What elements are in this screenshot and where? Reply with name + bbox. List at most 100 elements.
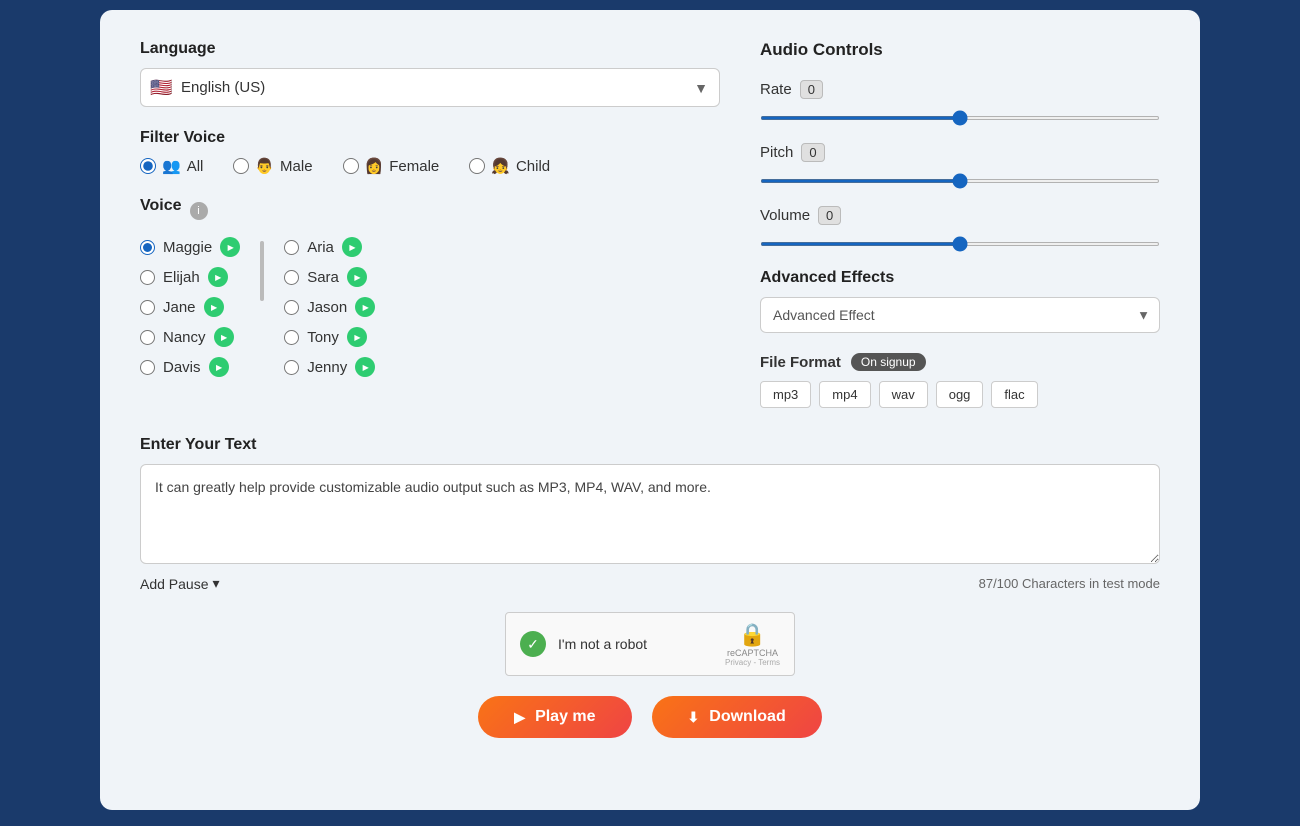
rate-slider[interactable]: [760, 116, 1160, 120]
recaptcha-box[interactable]: ✓ I'm not a robot 🔒 reCAPTCHA Privacy - …: [505, 612, 795, 676]
pitch-value: 0: [801, 143, 824, 162]
voice-davis-radio[interactable]: [140, 360, 155, 375]
format-ogg[interactable]: ogg: [936, 381, 984, 408]
voice-elijah-label: Elijah: [163, 269, 200, 286]
voice-jenny[interactable]: Jenny: [284, 357, 375, 377]
rate-label: Rate: [760, 81, 792, 98]
filter-voice-label: Filter Voice: [140, 129, 720, 147]
voice-elijah-play[interactable]: [208, 267, 228, 287]
rate-header: Rate 0: [760, 80, 1160, 99]
voice-jane-play[interactable]: [204, 297, 224, 317]
add-pause-label: Add Pause: [140, 576, 209, 592]
filter-voice-section: Filter Voice 👥 All 👨 Male 👩: [140, 129, 720, 175]
voice-jenny-radio[interactable]: [284, 360, 299, 375]
filter-male[interactable]: 👨 Male: [233, 157, 312, 175]
effect-select-wrapper: Advanced Effect Echo Reverb Robot ▼: [760, 297, 1160, 333]
add-pause-chevron: ▾: [213, 575, 220, 592]
voice-col-right: Aria Sara Jason: [284, 237, 375, 377]
pitch-slider[interactable]: [760, 179, 1160, 183]
volume-label: Volume: [760, 207, 810, 224]
voice-aria[interactable]: Aria: [284, 237, 375, 257]
voice-davis-play[interactable]: [209, 357, 229, 377]
play-button[interactable]: ▶ Play me: [478, 696, 631, 738]
left-column: Language 🇺🇸 English (US) English (UK) Sp…: [140, 40, 720, 408]
filter-all-radio[interactable]: [140, 158, 156, 174]
download-label: Download: [709, 708, 785, 726]
voice-elijah[interactable]: Elijah: [140, 267, 240, 287]
voice-jenny-play[interactable]: [355, 357, 375, 377]
action-buttons: ▶ Play me ⬇ Download: [140, 696, 1160, 738]
format-mp3[interactable]: mp3: [760, 381, 811, 408]
filter-female-label: Female: [389, 158, 439, 175]
filter-child-emoji: 👧: [491, 157, 510, 175]
voice-aria-radio[interactable]: [284, 240, 299, 255]
voice-sara-radio[interactable]: [284, 270, 299, 285]
recaptcha-wrapper: ✓ I'm not a robot 🔒 reCAPTCHA Privacy - …: [140, 612, 1160, 676]
voice-jason-label: Jason: [307, 299, 347, 316]
voice-jane-radio[interactable]: [140, 300, 155, 315]
format-mp4[interactable]: mp4: [819, 381, 870, 408]
play-icon: ▶: [514, 709, 525, 726]
language-select[interactable]: English (US) English (UK) Spanish French…: [140, 68, 720, 107]
flag-icon: 🇺🇸: [150, 77, 172, 98]
volume-slider[interactable]: [760, 242, 1160, 246]
filter-all[interactable]: 👥 All: [140, 157, 203, 175]
voice-sara-label: Sara: [307, 269, 339, 286]
format-wav[interactable]: wav: [879, 381, 928, 408]
voice-aria-play[interactable]: [342, 237, 362, 257]
voice-sara[interactable]: Sara: [284, 267, 375, 287]
voice-tony-radio[interactable]: [284, 330, 299, 345]
volume-header: Volume 0: [760, 206, 1160, 225]
filter-child[interactable]: 👧 Child: [469, 157, 550, 175]
voice-maggie-radio[interactable]: [140, 240, 155, 255]
voice-label: Voice: [140, 197, 182, 215]
voice-davis[interactable]: Davis: [140, 357, 240, 377]
text-section: Enter Your Text It can greatly help prov…: [140, 436, 1160, 592]
filter-male-label: Male: [280, 158, 313, 175]
voice-tony[interactable]: Tony: [284, 327, 375, 347]
advanced-effect-select[interactable]: Advanced Effect Echo Reverb Robot: [760, 297, 1160, 333]
voice-info-icon[interactable]: i: [190, 202, 208, 220]
pitch-header: Pitch 0: [760, 143, 1160, 162]
voice-columns: Maggie Elijah Jane: [140, 237, 720, 377]
signup-badge: On signup: [851, 353, 926, 371]
filter-female[interactable]: 👩 Female: [343, 157, 440, 175]
file-format-section: File Format On signup mp3 mp4 wav ogg fl…: [760, 353, 1160, 408]
char-count: 87/100 Characters in test mode: [979, 576, 1160, 591]
voice-jane[interactable]: Jane: [140, 297, 240, 317]
voice-section: Voice i Maggie Elijah: [140, 197, 720, 377]
voice-scrollbar[interactable]: [260, 241, 264, 301]
download-button[interactable]: ⬇ Download: [652, 696, 822, 738]
voice-nancy[interactable]: Nancy: [140, 327, 240, 347]
voice-maggie-play[interactable]: [220, 237, 240, 257]
filter-child-radio[interactable]: [469, 158, 485, 174]
file-format-header: File Format On signup: [760, 353, 1160, 371]
format-flac[interactable]: flac: [991, 381, 1037, 408]
pitch-control: Pitch 0: [760, 143, 1160, 188]
captcha-left: ✓ I'm not a robot: [520, 631, 647, 657]
filter-male-radio[interactable]: [233, 158, 249, 174]
voice-jason[interactable]: Jason: [284, 297, 375, 317]
voice-sara-play[interactable]: [347, 267, 367, 287]
voice-elijah-radio[interactable]: [140, 270, 155, 285]
voice-section-header: Voice i: [140, 197, 720, 225]
filter-female-radio[interactable]: [343, 158, 359, 174]
rate-value: 0: [800, 80, 823, 99]
advanced-effects-title: Advanced Effects: [760, 269, 1160, 287]
voice-jason-radio[interactable]: [284, 300, 299, 315]
voice-nancy-play[interactable]: [214, 327, 234, 347]
voice-tony-play[interactable]: [347, 327, 367, 347]
filter-all-emoji: 👥: [162, 157, 181, 175]
language-select-wrapper: 🇺🇸 English (US) English (UK) Spanish Fre…: [140, 68, 720, 107]
voice-maggie[interactable]: Maggie: [140, 237, 240, 257]
filter-voice-group: 👥 All 👨 Male 👩 Female: [140, 157, 720, 175]
text-input[interactable]: It can greatly help provide customizable…: [140, 464, 1160, 564]
add-pause-button[interactable]: Add Pause ▾: [140, 575, 220, 592]
voice-nancy-label: Nancy: [163, 329, 206, 346]
voice-maggie-label: Maggie: [163, 239, 212, 256]
filter-male-emoji: 👨: [255, 157, 274, 175]
filter-all-label: All: [187, 158, 204, 175]
voice-nancy-radio[interactable]: [140, 330, 155, 345]
voice-jason-play[interactable]: [355, 297, 375, 317]
audio-controls-title: Audio Controls: [760, 40, 1160, 60]
